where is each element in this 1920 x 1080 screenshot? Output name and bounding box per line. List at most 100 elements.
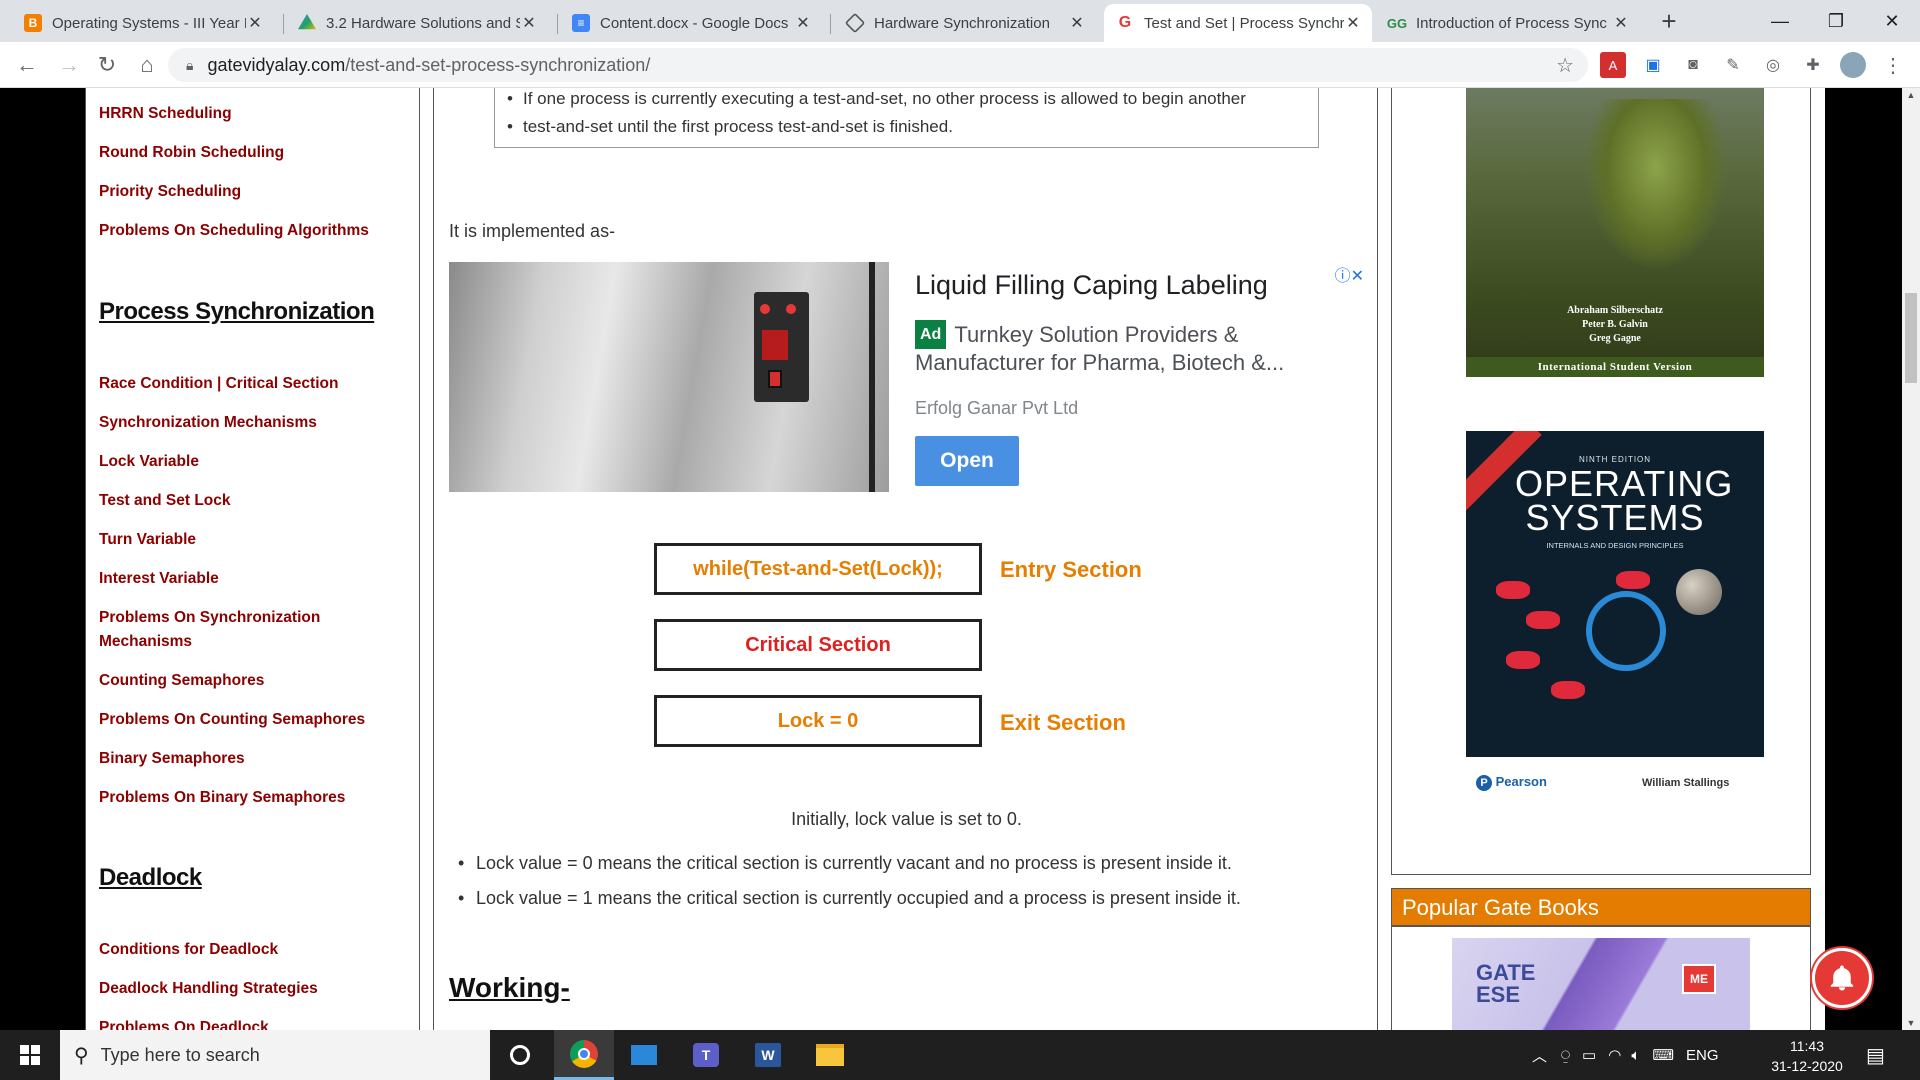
- sidebar-heading-process-sync[interactable]: Process Synchronization: [99, 298, 375, 326]
- pearson-logo-icon: P: [1476, 775, 1492, 791]
- profile-avatar[interactable]: [1840, 52, 1866, 78]
- start-button[interactable]: [0, 1030, 60, 1080]
- pdf-extension-icon[interactable]: A: [1600, 52, 1626, 78]
- taskbar-remote-desktop[interactable]: [614, 1030, 674, 1080]
- meet-now-icon[interactable]: ⍜: [1561, 1047, 1570, 1064]
- language-indicator[interactable]: ENG: [1686, 1047, 1719, 1064]
- sidebar-link-problems-scheduling[interactable]: Problems On Scheduling Algorithms: [99, 219, 369, 243]
- tab-5-active[interactable]: G Test and Set | Process Synchr ✕: [1104, 4, 1372, 42]
- scroll-up-arrow[interactable]: ▲: [1902, 90, 1920, 100]
- sidebar-link-sync-mechanisms[interactable]: Synchronization Mechanisms: [99, 411, 317, 435]
- made-easy-logo: ME: [1682, 964, 1716, 994]
- tab-strip: B Operating Systems - III Year I ✕ 3.2 H…: [0, 0, 1920, 42]
- back-button[interactable]: ←: [12, 50, 42, 80]
- note-box: If one process is currently executing a …: [494, 88, 1319, 148]
- bookmark-star-icon[interactable]: ☆: [1556, 53, 1574, 78]
- volume-icon[interactable]: 🔈︎: [1631, 1047, 1640, 1064]
- sidebar-link-priority[interactable]: Priority Scheduling: [99, 180, 241, 204]
- task-view-button[interactable]: [490, 1030, 550, 1080]
- action-center-icon[interactable]: ▤: [1866, 1030, 1885, 1080]
- taskbar-clock[interactable]: 11:43 31-12-2020: [1762, 1036, 1852, 1076]
- taskbar-word[interactable]: W: [738, 1030, 798, 1080]
- circle-extension-icon[interactable]: ◎: [1760, 52, 1786, 78]
- taskbar-search-box[interactable]: ⚲ Type here to search: [60, 1030, 490, 1080]
- book1-edition: International Student Version: [1466, 357, 1764, 377]
- blogger-icon: B: [24, 14, 42, 32]
- ad-product-image[interactable]: [449, 262, 889, 492]
- sidebar-link-problems-deadlock[interactable]: Problems On Deadlock: [99, 1016, 269, 1030]
- book-cover-silberschatz[interactable]: Abraham Silberschatz Peter B. Galvin Gre…: [1466, 88, 1764, 377]
- close-tab-icon[interactable]: ✕: [1344, 13, 1362, 33]
- notification-bell-button[interactable]: [1812, 948, 1872, 1008]
- minimize-button[interactable]: —: [1752, 0, 1808, 42]
- home-button[interactable]: ⌂: [132, 50, 162, 80]
- eyedropper-extension-icon[interactable]: ✎: [1720, 52, 1746, 78]
- camera-extension-icon[interactable]: ◙: [1680, 52, 1706, 78]
- ad-description[interactable]: Ad Turnkey Solution Providers & Manufactu…: [915, 320, 1335, 376]
- taskbar-chrome[interactable]: [554, 1030, 614, 1080]
- tab-4[interactable]: Hardware Synchronization ✕: [834, 4, 1096, 42]
- lock-icon[interactable]: 🔒︎: [186, 57, 193, 74]
- sidebar-link-binary-semaphores[interactable]: Binary Semaphores: [99, 747, 245, 771]
- restore-button[interactable]: ❐: [1808, 0, 1864, 42]
- ad-title[interactable]: Liquid Filling Caping Labeling: [915, 270, 1268, 301]
- scrollbar-thumb[interactable]: [1905, 293, 1917, 383]
- ad-choices-icon[interactable]: ⓘ✕: [1335, 262, 1364, 286]
- sidebar-link-conditions-deadlock[interactable]: Conditions for Deadlock: [99, 938, 278, 962]
- folder-icon: [816, 1044, 844, 1066]
- sidebar-link-problems-sync-cont[interactable]: Mechanisms: [99, 630, 192, 654]
- lock-zero-bullet: Lock value = 0 means the critical sectio…: [458, 853, 1356, 874]
- advertisement[interactable]: Liquid Filling Caping Labeling Ad Turnkey…: [449, 262, 1364, 492]
- book3-title: GATE ESE: [1476, 960, 1536, 1007]
- page-scrollbar[interactable]: ▲ ▼: [1902, 88, 1920, 1030]
- sidebar-heading-deadlock[interactable]: Deadlock: [99, 864, 202, 892]
- left-sidebar: HRRN Scheduling Round Robin Scheduling P…: [85, 88, 420, 1030]
- sidebar-link-counting-semaphores[interactable]: Counting Semaphores: [99, 669, 264, 693]
- tab-6[interactable]: GG Introduction of Process Sync ✕: [1376, 4, 1640, 42]
- tab-3[interactable]: ≡ Content.docx - Google Docs ✕: [560, 4, 822, 42]
- reload-button[interactable]: ↻: [92, 50, 122, 80]
- implemented-text: It is implemented as-: [449, 221, 616, 241]
- forward-button[interactable]: →: [54, 50, 84, 80]
- ad-open-button[interactable]: Open: [915, 436, 1019, 486]
- address-bar[interactable]: 🔒︎ gatevidyalay.com/test-and-set-process…: [168, 48, 1588, 82]
- close-tab-icon[interactable]: ✕: [1612, 13, 1630, 33]
- taskbar-teams[interactable]: T: [676, 1030, 736, 1080]
- close-tab-icon[interactable]: ✕: [794, 13, 812, 33]
- sidebar-link-round-robin[interactable]: Round Robin Scheduling: [99, 141, 284, 165]
- tab-2[interactable]: 3.2 Hardware Solutions and S ✕: [286, 4, 548, 42]
- sidebar-link-test-and-set[interactable]: Test and Set Lock: [99, 489, 231, 513]
- menu-kebab-icon[interactable]: ⋮: [1880, 52, 1906, 78]
- system-tray: ︿ ⍜ ▭ ◠ 🔈︎ ⌨ ENG: [1532, 1030, 1719, 1080]
- sidebar-link-hrrn[interactable]: HRRN Scheduling: [99, 102, 232, 126]
- sidebar-link-interest-variable[interactable]: Interest Variable: [99, 567, 219, 591]
- extensions-puzzle-icon[interactable]: ✚: [1800, 52, 1826, 78]
- battery-icon[interactable]: ▭: [1582, 1046, 1596, 1064]
- tab-1[interactable]: B Operating Systems - III Year I ✕: [12, 4, 274, 42]
- scroll-down-arrow[interactable]: ▼: [1902, 1018, 1920, 1028]
- sidebar-link-race-condition[interactable]: Race Condition | Critical Section: [99, 372, 338, 396]
- lock-one-bullet: Lock value = 1 means the critical sectio…: [458, 888, 1356, 909]
- book1-authors: Abraham Silberschatz Peter B. Galvin Gre…: [1567, 305, 1663, 344]
- sidebar-link-deadlock-handling[interactable]: Deadlock Handling Strategies: [99, 977, 318, 1001]
- article-content: If one process is currently executing a …: [433, 88, 1378, 1030]
- sidebar-link-problems-binary[interactable]: Problems On Binary Semaphores: [99, 786, 345, 810]
- book-cover-stallings[interactable]: NINTH EDITION OPERATING SYSTEMS INTERNAL…: [1466, 431, 1764, 757]
- sidebar-link-problems-sync[interactable]: Problems On Synchronization: [99, 606, 320, 630]
- keyboard-icon[interactable]: ⌨: [1652, 1046, 1674, 1064]
- sidebar-link-turn-variable[interactable]: Turn Variable: [99, 528, 196, 552]
- close-tab-icon[interactable]: ✕: [246, 13, 264, 33]
- ad-company[interactable]: Erfolg Ganar Pvt Ltd: [915, 398, 1078, 419]
- sidebar-link-problems-counting[interactable]: Problems On Counting Semaphores: [99, 708, 365, 732]
- book-cover-gate-ese[interactable]: GATE ESE ME: [1452, 938, 1750, 1030]
- close-window-button[interactable]: ✕: [1864, 0, 1920, 42]
- tray-overflow-icon[interactable]: ︿: [1532, 1045, 1547, 1066]
- google-drive-icon: [298, 14, 316, 30]
- close-tab-icon[interactable]: ✕: [1068, 13, 1086, 33]
- screen-extension-icon[interactable]: ▣: [1640, 52, 1666, 78]
- sidebar-link-lock-variable[interactable]: Lock Variable: [99, 450, 199, 474]
- taskbar-file-explorer[interactable]: [800, 1030, 860, 1080]
- new-tab-button[interactable]: +: [1654, 6, 1684, 37]
- close-tab-icon[interactable]: ✕: [520, 13, 538, 33]
- wifi-icon[interactable]: ◠: [1608, 1046, 1621, 1064]
